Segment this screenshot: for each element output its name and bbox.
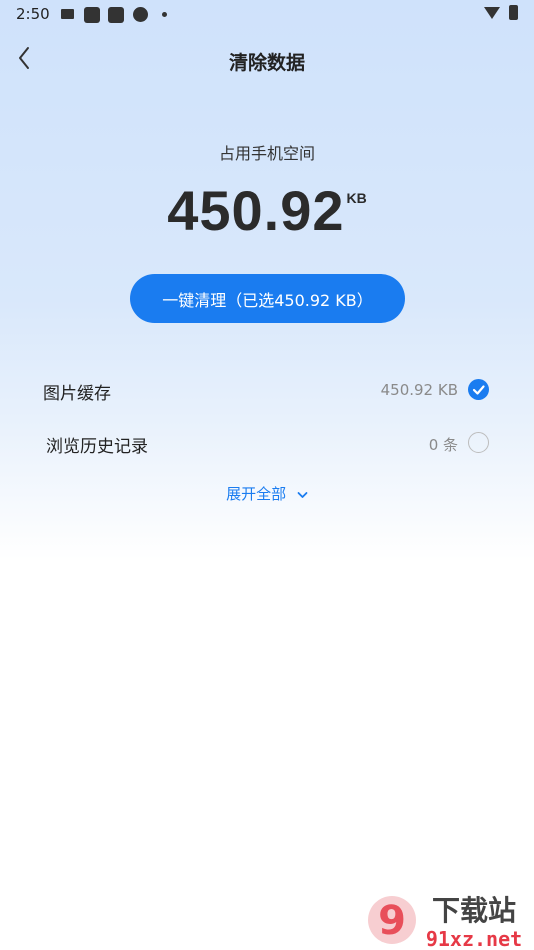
- svg-text:9: 9: [378, 898, 406, 944]
- mail-icon: [61, 9, 74, 19]
- checkbox-unchecked-icon[interactable]: [468, 432, 489, 453]
- app-icon: [84, 7, 100, 23]
- app-icon: [108, 7, 124, 23]
- battery-icon: [509, 5, 518, 20]
- list-item-value: 0 条: [428, 436, 458, 454]
- list-item-value: 450.92 KB: [380, 381, 458, 399]
- storage-unit: KB: [346, 190, 367, 206]
- storage-label: 占用手机空间: [218, 144, 315, 163]
- svg-text:下载站: 下载站: [432, 894, 516, 927]
- expand-all-label: 展开全部: [226, 485, 287, 503]
- storage-amount: 450.92 KB: [0, 178, 534, 243]
- svg-text:91xz.net: 91xz.net: [426, 927, 522, 950]
- list-item-browse-history[interactable]: 浏览历史记录 0 条: [0, 423, 534, 463]
- list-item-label: 图片缓存: [43, 384, 111, 404]
- watermark-logo: 9 下载站 91xz.net: [362, 888, 534, 950]
- storage-value: 450.92: [167, 179, 345, 242]
- status-time: 2:50: [16, 5, 50, 23]
- aperture-icon: [133, 7, 148, 22]
- page-title: 清除数据: [228, 52, 305, 74]
- dot-icon: [162, 12, 167, 17]
- expand-all-link[interactable]: 展开全部: [0, 483, 534, 504]
- status-bar: 2:50: [0, 0, 534, 28]
- checkbox-checked-icon[interactable]: [468, 379, 489, 400]
- list-item-label: 浏览历史记录: [46, 437, 148, 457]
- clean-all-button[interactable]: 一键清理（已选450.92 KB）: [130, 274, 405, 323]
- wifi-icon: [484, 7, 500, 19]
- chevron-down-icon: [297, 491, 308, 498]
- list-item-image-cache[interactable]: 图片缓存 450.92 KB: [0, 370, 534, 410]
